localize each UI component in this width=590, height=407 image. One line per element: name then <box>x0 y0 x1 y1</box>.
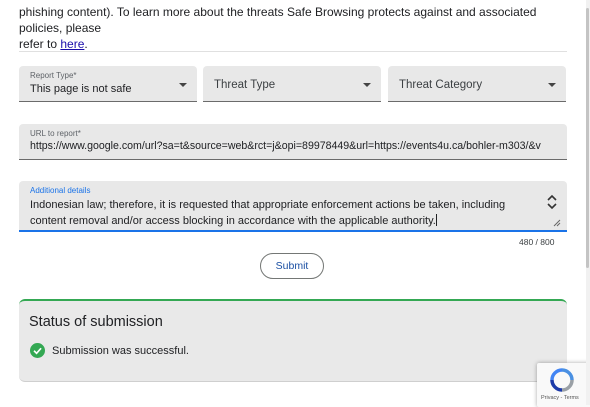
chevron-down-icon <box>179 83 187 87</box>
report-type-label: Report Type* <box>30 71 77 80</box>
policies-link[interactable]: here <box>60 37 84 51</box>
status-title: Status of submission <box>29 314 163 330</box>
additional-details-value: Indonesian law; therefore, it is request… <box>30 199 506 227</box>
recaptcha-terms[interactable]: Privacy - Terms <box>541 395 579 401</box>
chevron-down-icon <box>548 83 556 87</box>
threat-type-select[interactable]: Threat Type <box>203 66 381 102</box>
intro-line-2-suffix: . <box>84 37 88 51</box>
divider <box>19 51 567 52</box>
text-cursor <box>435 214 437 226</box>
url-input[interactable]: URL to report* https://www.google.com/ur… <box>19 124 567 160</box>
threat-category-select[interactable]: Threat Category <box>388 66 566 102</box>
submission-status-panel: Status of submission Submission was succ… <box>19 299 567 382</box>
chevron-down-icon <box>363 83 371 87</box>
intro-line-2-prefix: refer to <box>19 37 58 51</box>
intro-line-2: refer to here. <box>19 36 571 52</box>
url-label: URL to report* <box>30 129 81 138</box>
recaptcha-badge[interactable]: Privacy - Terms <box>537 363 590 407</box>
scrollbar-thumb[interactable] <box>586 8 589 268</box>
report-type-select[interactable]: Report Type* This page is not safe <box>19 66 197 102</box>
resize-handle-icon[interactable] <box>552 218 561 227</box>
intro-text: phishing content). To learn more about t… <box>19 4 571 52</box>
intro-line-1: phishing content). To learn more about t… <box>19 5 537 35</box>
threat-category-placeholder: Threat Category <box>399 79 483 91</box>
submit-button[interactable]: Submit <box>260 253 324 279</box>
url-value: https://www.google.com/url?sa=t&source=w… <box>30 140 541 152</box>
additional-details-label: Additional details <box>30 186 91 195</box>
status-message: Submission was successful. <box>52 345 189 357</box>
report-type-value: This page is not safe <box>30 83 132 95</box>
threat-type-placeholder: Threat Type <box>214 79 276 91</box>
additional-details-textarea[interactable]: Additional details Indonesian law; there… <box>19 181 567 232</box>
character-counter: 480 / 800 <box>519 237 555 247</box>
check-circle-icon <box>30 343 45 358</box>
scroll-arrows-icon[interactable] <box>547 194 557 210</box>
recaptcha-icon <box>550 368 574 392</box>
additional-details-text: Indonesian law; therefore, it is request… <box>30 197 510 229</box>
